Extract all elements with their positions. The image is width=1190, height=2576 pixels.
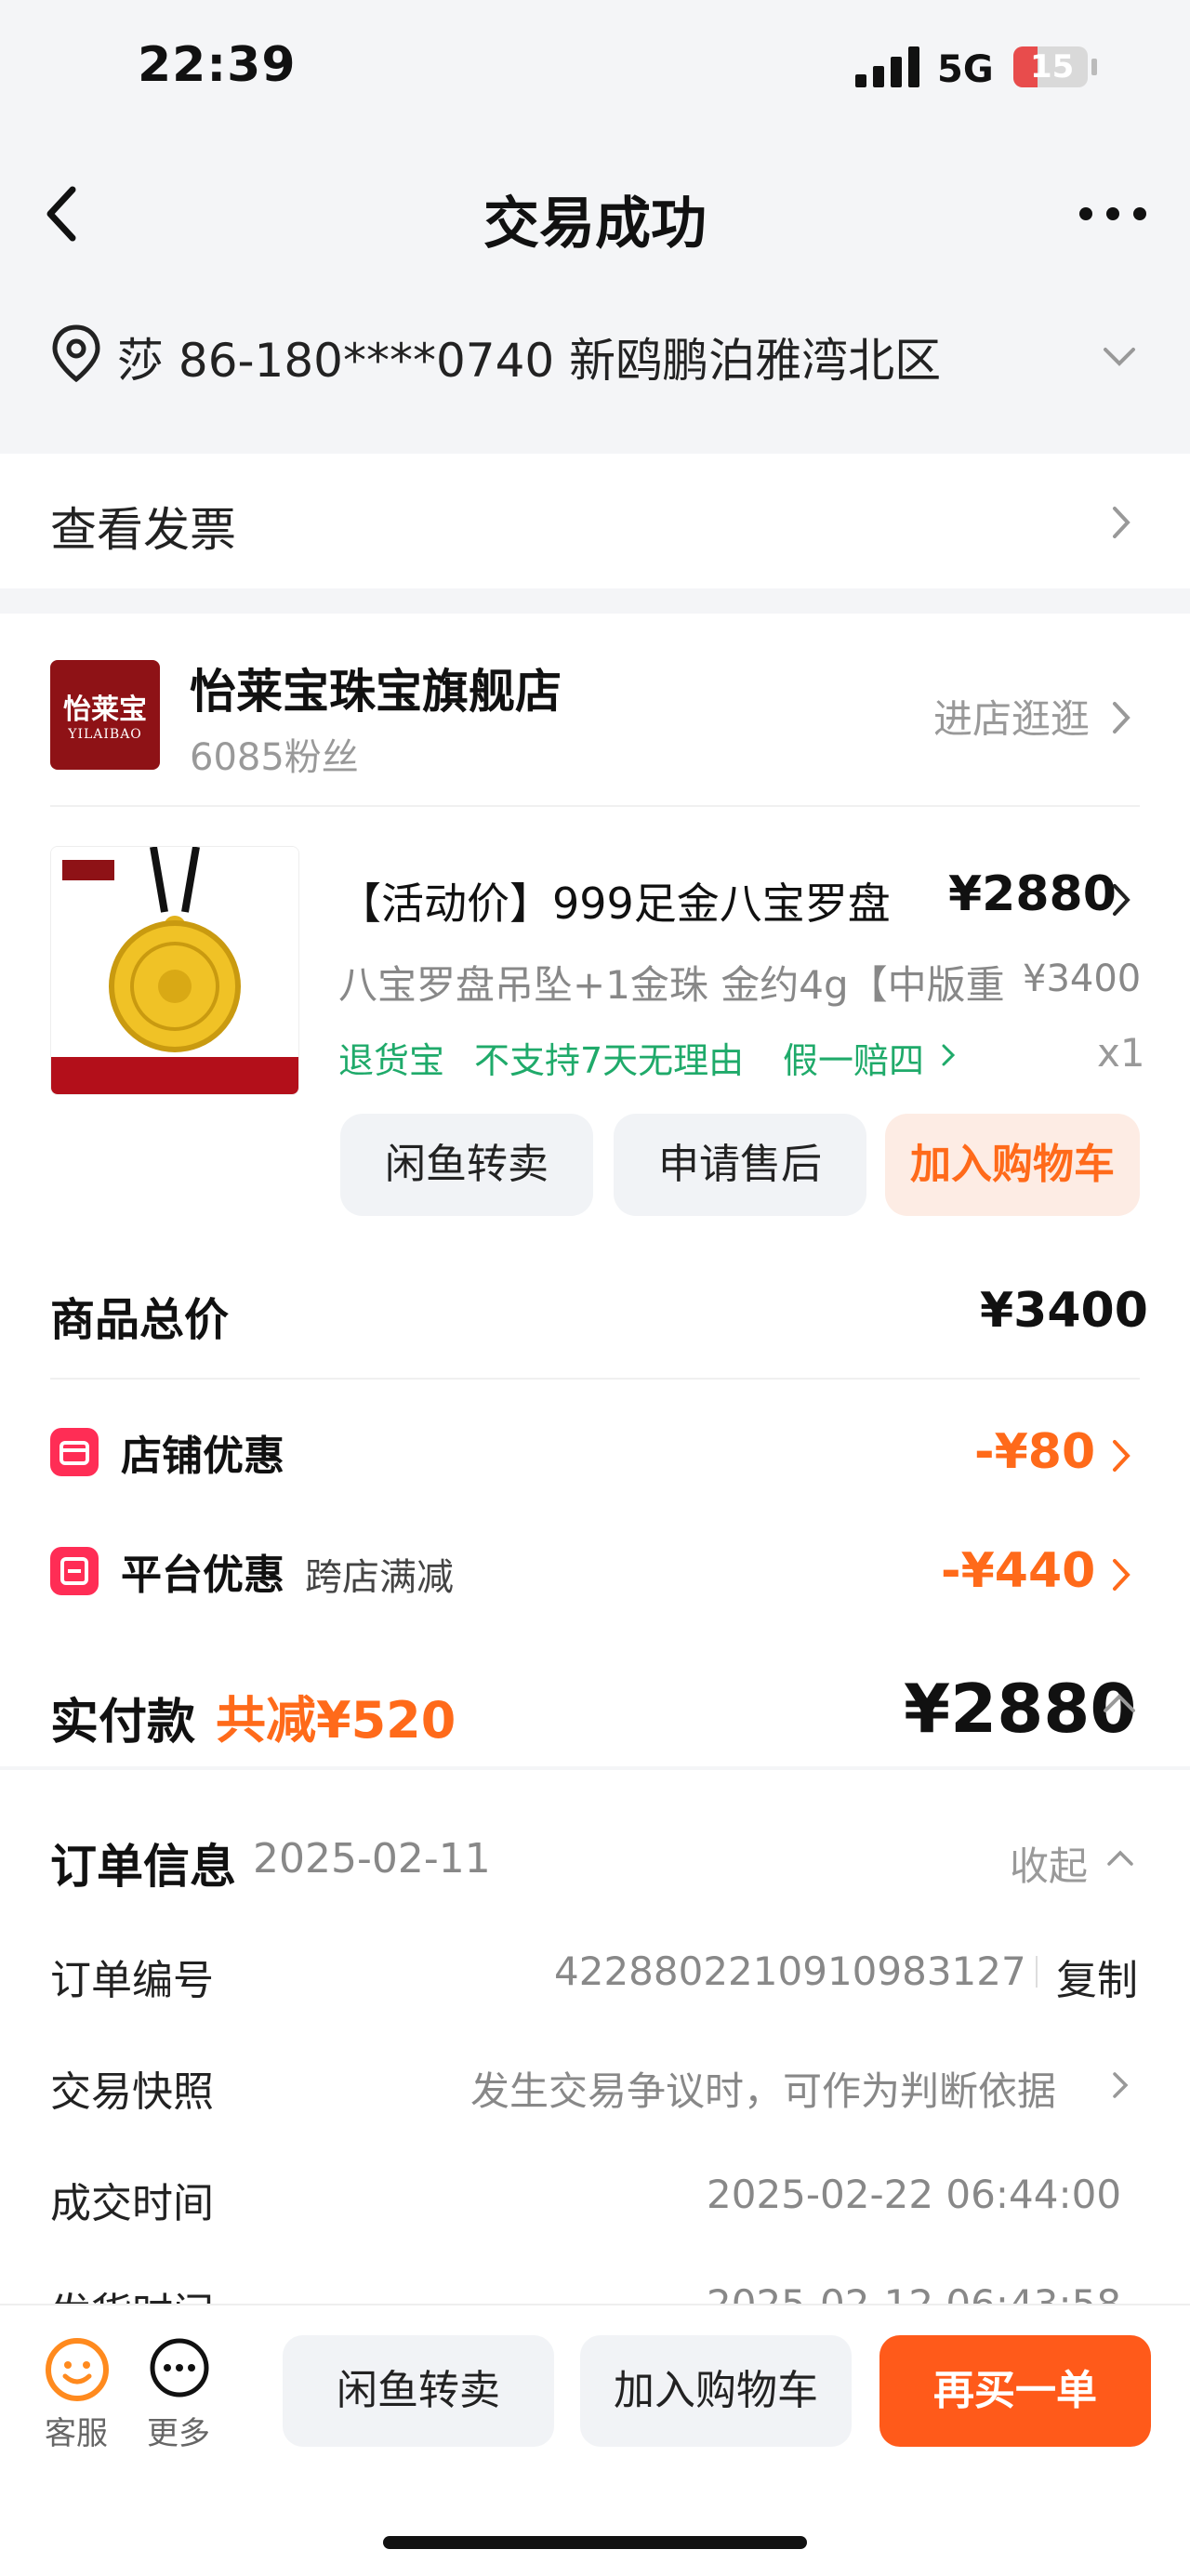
- product-original-price: ¥3400: [1023, 958, 1142, 1000]
- chevron-right-icon[interactable]: [1112, 1439, 1130, 1473]
- add-to-cart-button[interactable]: 加入购物车: [580, 2335, 852, 2447]
- chevron-right-icon[interactable]: [1112, 506, 1130, 539]
- product-image[interactable]: [50, 846, 299, 1095]
- shop-logo[interactable]: 怡莱宝 YILAIBAO: [50, 660, 160, 770]
- battery-tip: [1091, 59, 1097, 75]
- total-saving: 共减¥520: [216, 1691, 456, 1750]
- after-sales-button[interactable]: 申请售后: [614, 1114, 866, 1216]
- battery-icon: 15: [1013, 46, 1088, 87]
- order-info-date: 2025-02-11: [253, 1835, 491, 1882]
- deal-time-value: 2025-02-22 06:44:00: [707, 2172, 1122, 2217]
- network-label: 5G: [937, 48, 994, 91]
- service-return-insurance: 退货宝: [338, 1040, 445, 1081]
- shop-discount-label: 店铺优惠: [121, 1433, 284, 1480]
- platform-discount-sub: 跨店满减: [305, 1556, 454, 1599]
- snapshot-label: 交易快照: [50, 2068, 214, 2116]
- add-to-cart-button[interactable]: 加入购物车: [885, 1114, 1140, 1216]
- service-no-7day-return: 不支持7天无理由: [474, 1040, 745, 1081]
- order-number-value: 4228802210910983127: [554, 1949, 1026, 1994]
- collapse-button[interactable]: 收起: [1010, 1835, 1088, 1892]
- resell-button[interactable]: 闲鱼转卖: [340, 1114, 593, 1216]
- signal-icon: [855, 46, 919, 87]
- order-number-label: 订单编号: [50, 1957, 214, 2004]
- divider: [1036, 1956, 1038, 1988]
- chevron-right-icon[interactable]: [1112, 701, 1130, 734]
- shop-name[interactable]: 怡莱宝珠宝旗舰店: [190, 654, 562, 721]
- shop-fans: 6085粉丝: [190, 736, 359, 779]
- divider: [50, 805, 1140, 807]
- buy-again-button[interactable]: 再买一单: [879, 2335, 1151, 2447]
- total-price-value: ¥3400: [980, 1283, 1148, 1339]
- more-options-icon[interactable]: [1078, 206, 1147, 221]
- customer-service-icon[interactable]: [45, 2337, 110, 2402]
- shipping-address[interactable]: 莎 86-180****0740 新鸥鹏泊雅湾北区: [117, 324, 941, 390]
- battery-level: 15: [1030, 48, 1075, 86]
- order-info-title: 订单信息: [50, 1840, 236, 1894]
- snapshot-value[interactable]: 发生交易争议时，可作为判断依据: [470, 2060, 1056, 2117]
- more-icon[interactable]: [149, 2337, 210, 2398]
- status-time: 22:39: [138, 37, 297, 93]
- customer-service-label[interactable]: 客服: [45, 2408, 108, 2453]
- shop-discount-icon: [50, 1428, 99, 1476]
- resell-button[interactable]: 闲鱼转卖: [283, 2335, 554, 2447]
- chevron-right-icon[interactable]: [1112, 883, 1130, 917]
- invoice-label[interactable]: 查看发票: [50, 493, 236, 560]
- service-fake-compensation[interactable]: 假一赔四: [783, 1032, 924, 1083]
- deal-time-label: 成交时间: [50, 2180, 214, 2227]
- more-label[interactable]: 更多: [147, 2408, 210, 2453]
- chevron-down-icon[interactable]: [1103, 346, 1136, 368]
- paid-amount-value: ¥2880: [904, 1670, 1137, 1748]
- platform-discount-value[interactable]: -¥440: [941, 1543, 1095, 1599]
- divider: [50, 1378, 1140, 1380]
- paid-amount-label: 实付款: [50, 1695, 196, 1750]
- chevron-up-icon[interactable]: [1103, 1692, 1136, 1714]
- pendant-image: [51, 847, 298, 1094]
- product-spec: 八宝罗盘吊坠+1金珠 金约4g【中版重: [338, 962, 1005, 1008]
- chevron-right-icon[interactable]: [1112, 1558, 1130, 1592]
- page-title: 交易成功: [483, 192, 707, 257]
- product-price: ¥2880: [948, 866, 1117, 922]
- chevron-up-icon[interactable]: [1106, 1848, 1134, 1867]
- chevron-right-icon[interactable]: [941, 1043, 956, 1067]
- location-icon: [52, 324, 100, 383]
- enter-shop-link[interactable]: 进店逛逛: [933, 688, 1090, 745]
- platform-discount-icon: [50, 1547, 99, 1595]
- platform-discount-label: 平台优惠: [121, 1552, 284, 1599]
- chevron-right-icon[interactable]: [1112, 2071, 1129, 2099]
- copy-button[interactable]: 复制: [1056, 1947, 1138, 2006]
- product-name[interactable]: 【活动价】999足金八宝罗盘: [338, 870, 891, 931]
- total-price-label: 商品总价: [50, 1294, 230, 1346]
- home-indicator: [383, 2536, 807, 2549]
- product-quantity: x1: [1097, 1030, 1145, 1076]
- shop-discount-value[interactable]: -¥80: [974, 1424, 1095, 1480]
